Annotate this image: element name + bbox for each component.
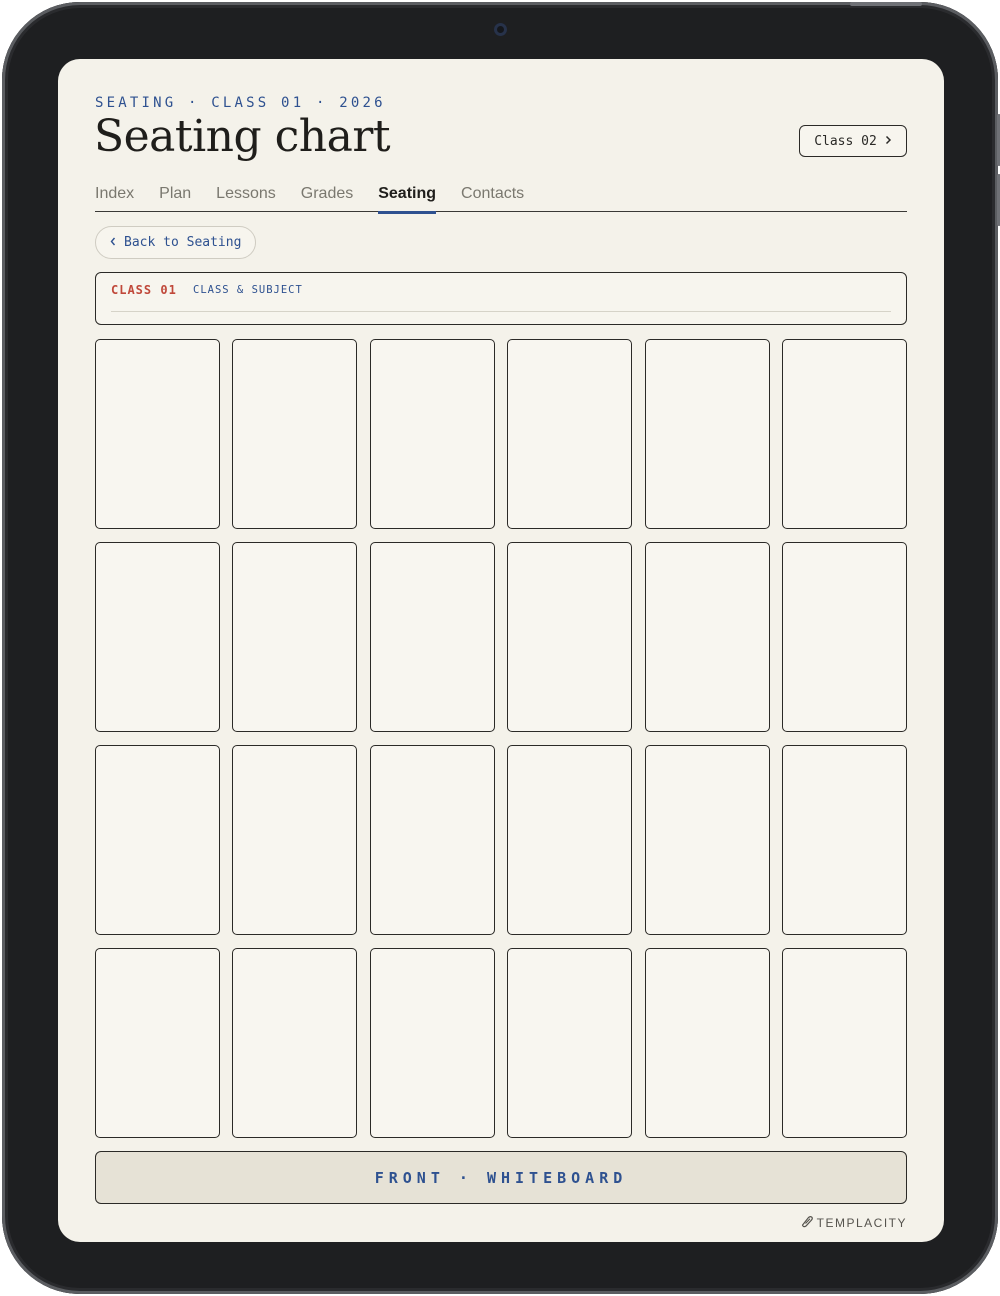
seat-box[interactable] [507, 542, 633, 732]
tab-lessons[interactable]: Lessons [216, 185, 301, 212]
chevron-right-icon [885, 134, 892, 149]
seat-box[interactable] [781, 542, 907, 732]
seat-box[interactable] [95, 339, 220, 529]
front-whiteboard-label: FRONT · WHITEBOARD [95, 1151, 907, 1204]
chevron-left-icon [110, 235, 116, 250]
back-button-label: Back to Seating [124, 235, 242, 250]
seat-box[interactable] [781, 745, 907, 935]
seat-box[interactable] [232, 948, 358, 1138]
seat-box[interactable] [781, 948, 907, 1138]
front-camera [494, 23, 507, 36]
tab-seating[interactable]: Seating [378, 185, 461, 214]
seat-box[interactable] [507, 745, 633, 935]
next-class-label: Class 02 [814, 133, 877, 149]
tablet-frame: SEATING · CLASS 01 · 2026 Seating chart … [2, 2, 1000, 1294]
class-subject-field[interactable]: CLASS 01 CLASS & SUBJECT [95, 272, 907, 325]
seat-grid [95, 339, 907, 1138]
tab-contacts[interactable]: Contacts [461, 185, 549, 212]
seat-box[interactable] [644, 948, 770, 1138]
seat-box[interactable] [232, 542, 358, 732]
seat-box[interactable] [95, 948, 220, 1138]
tab-index[interactable]: Index [95, 185, 159, 212]
seat-box[interactable] [232, 339, 358, 529]
seat-box[interactable] [644, 745, 770, 935]
tab-plan[interactable]: Plan [159, 185, 216, 212]
templacity-logo-icon [801, 1215, 814, 1231]
class-subject-input-line [111, 311, 891, 312]
seat-box[interactable] [644, 339, 770, 529]
seat-box[interactable] [369, 339, 495, 529]
seat-box[interactable] [507, 339, 633, 529]
brand-name: TEMPLACITY [816, 1216, 907, 1230]
seat-box[interactable] [369, 745, 495, 935]
next-class-button[interactable]: Class 02 [799, 125, 907, 157]
nav-tabs: Index Plan Lessons Grades Seating Contac… [95, 185, 907, 214]
seat-box[interactable] [95, 745, 220, 935]
page-eyebrow: SEATING · CLASS 01 · 2026 [95, 95, 386, 111]
seat-box[interactable] [644, 542, 770, 732]
seat-box[interactable] [232, 745, 358, 935]
seat-box[interactable] [369, 542, 495, 732]
seat-box[interactable] [507, 948, 633, 1138]
class-code: CLASS 01 [111, 283, 177, 297]
page-title: Seating chart [94, 111, 391, 162]
tab-grades[interactable]: Grades [301, 185, 378, 212]
seat-box[interactable] [781, 339, 907, 529]
power-button [850, 2, 922, 6]
brand-logo: TEMPLACITY [797, 1215, 907, 1231]
class-subject-label: CLASS & SUBJECT [193, 284, 303, 296]
seat-box[interactable] [95, 542, 220, 732]
screen: SEATING · CLASS 01 · 2026 Seating chart … [58, 59, 944, 1242]
seat-box[interactable] [369, 948, 495, 1138]
back-to-seating-button[interactable]: Back to Seating [95, 226, 257, 259]
